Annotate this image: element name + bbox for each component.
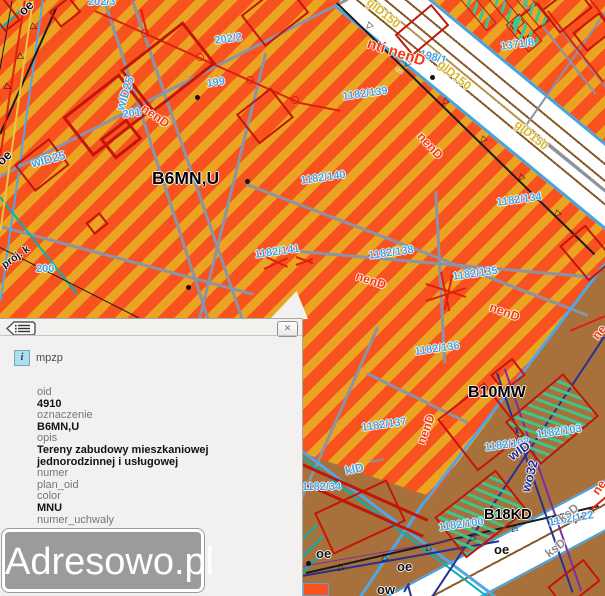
info-icon: i <box>14 350 30 366</box>
survey-point <box>244 178 250 184</box>
layer-name: mpzp <box>36 352 63 364</box>
map-label: proj. k <box>0 243 33 272</box>
map-label: ne <box>589 477 605 498</box>
map-label: oe <box>316 546 332 561</box>
building-outline <box>303 583 329 596</box>
survey-point <box>194 94 200 100</box>
gis-viewer-window: △ △ △ △ △ △ △ △ △ △ △ △ △ △ △ △ △ 202/3 202/2 199 201 200 198/… <box>0 0 605 596</box>
boundary-tick: △ <box>362 20 375 33</box>
map-label: 1182/141 <box>253 242 301 261</box>
building-outline <box>547 558 601 596</box>
attribute-value: MNU <box>37 501 63 514</box>
attribute-label: oid <box>37 386 52 398</box>
attribute-label: numer_uchwaly <box>37 513 115 526</box>
survey-point <box>429 74 435 80</box>
map-label: 202/3 <box>88 0 116 8</box>
map-label: 1182/140 <box>299 168 347 187</box>
map-label: 1182/34 <box>302 481 342 493</box>
building-outline <box>48 0 82 28</box>
popup-divider <box>0 335 302 336</box>
boundary-tick: △ <box>476 134 489 147</box>
map-line <box>299 250 591 278</box>
attribute-list: oid 4910 oznaczenie B6MN,U opis Tereny zabudo… <box>37 386 289 526</box>
attribute-label: numer <box>37 467 69 480</box>
map-line <box>369 458 384 463</box>
adresowo-watermark: Adresowo.pl <box>2 529 214 592</box>
map-line <box>299 102 341 112</box>
attribute-label: color <box>37 490 61 503</box>
map-label: 1182/135 <box>451 264 499 283</box>
attribute-label: plan_oid <box>37 478 79 491</box>
boundary-tick: △ <box>0 110 3 121</box>
survey-point <box>305 560 311 566</box>
map-label: 202/2 <box>213 31 243 47</box>
map-label: glD150 <box>434 57 475 93</box>
map-label: 200 <box>36 263 55 275</box>
layer-list-button[interactable] <box>5 321 36 336</box>
map-label: 1182/134 <box>495 190 543 209</box>
line-node <box>246 76 254 84</box>
map-label: klD <box>343 460 365 478</box>
map-label: 1182/136 <box>413 339 461 358</box>
boundary-tick: △ <box>438 96 451 109</box>
map-label: oe <box>397 559 413 574</box>
boundary-tick: △ <box>550 208 563 221</box>
boundary-tick: △ <box>514 172 527 185</box>
map-label: glD150 <box>511 117 552 153</box>
line-node <box>196 53 204 61</box>
popup-toolbar: ✕ <box>0 319 302 337</box>
map-label: nenD <box>414 412 438 447</box>
survey-point <box>185 284 191 290</box>
map-label: nenD <box>353 269 389 293</box>
map-label: 1182/139 <box>341 84 389 103</box>
attribute-value: B6MN,U <box>37 420 80 433</box>
map-label: ow <box>377 582 396 596</box>
building-outline <box>85 212 109 235</box>
map-label: nenD <box>414 129 446 162</box>
map-label: B6MN,U <box>152 168 220 188</box>
map-label: 199 <box>205 75 226 90</box>
map-label: oe <box>494 542 510 557</box>
attribute-value: Tereny zabudowy mieszkaniowej jednorodzi… <box>37 443 209 468</box>
line-node <box>141 29 149 37</box>
map-label: B10MW <box>468 384 526 401</box>
map-label: nenD <box>487 300 522 324</box>
map-label: B18KD <box>484 507 532 523</box>
map-label: 1182/137 <box>360 415 408 434</box>
line-node <box>291 96 299 104</box>
